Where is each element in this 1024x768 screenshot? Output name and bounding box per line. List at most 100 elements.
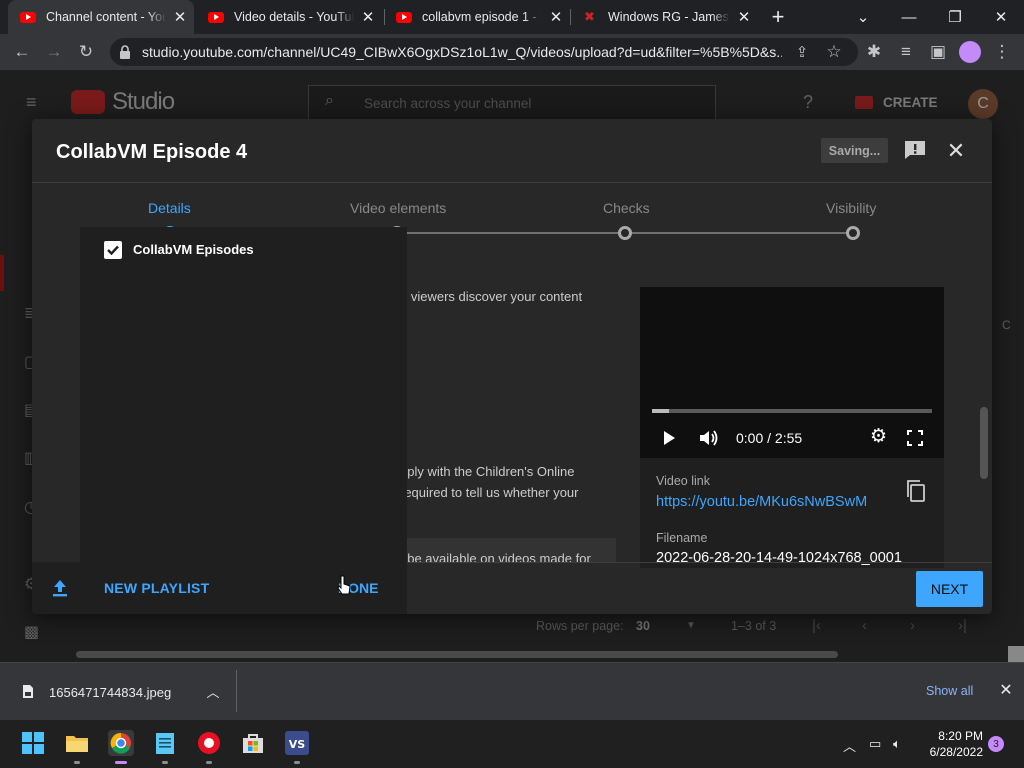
lock-icon[interactable] xyxy=(118,44,132,60)
file-icon xyxy=(23,685,33,698)
taskbar-active-indicator xyxy=(115,761,127,764)
reload-icon[interactable]: ↻ xyxy=(74,40,98,64)
windows-start-icon[interactable] xyxy=(20,730,46,756)
first-page-icon[interactable]: |‹ xyxy=(812,617,821,634)
new-tab-button[interactable]: + xyxy=(765,4,791,30)
volume-icon[interactable] xyxy=(698,428,720,448)
taskbar-indicator xyxy=(206,761,212,764)
tab-search-icon[interactable]: ⌄ xyxy=(840,0,886,34)
horizontal-scrollbar[interactable] xyxy=(76,651,838,658)
close-tab-icon[interactable]: ✕ xyxy=(354,8,382,26)
search-icon: ⌕ xyxy=(325,92,334,109)
minimize-icon[interactable]: — xyxy=(886,0,932,34)
side-panel-icon[interactable]: ▣ xyxy=(926,40,950,64)
rows-per-page-value[interactable]: 30 xyxy=(636,619,650,633)
extensions-icon[interactable]: ✱ xyxy=(862,40,886,64)
video-progress-fill xyxy=(652,409,669,413)
close-tab-icon[interactable]: ✕ xyxy=(542,8,570,26)
step-visibility[interactable]: Visibility xyxy=(826,200,876,216)
notepad-icon[interactable] xyxy=(152,730,178,756)
clock-time[interactable]: 8:20 PM xyxy=(935,729,983,743)
feedback-icon[interactable] xyxy=(904,140,926,160)
step-checks[interactable]: Checks xyxy=(603,200,650,216)
copy-icon[interactable] xyxy=(905,479,927,503)
channel-avatar[interactable]: C xyxy=(968,89,998,119)
pagination-range: 1–3 of 3 xyxy=(731,619,777,633)
close-tab-icon[interactable]: ✕ xyxy=(730,8,758,26)
fullscreen-icon[interactable] xyxy=(907,430,923,446)
media-controls-icon[interactable]: ≡ xyxy=(894,40,918,64)
youtube-logo-icon[interactable] xyxy=(71,90,105,114)
step-details[interactable]: Details xyxy=(148,200,191,216)
playlist-dropdown xyxy=(80,227,407,562)
scrollbar-corner xyxy=(1008,646,1024,662)
settings-gear-icon[interactable]: ⚙ xyxy=(870,425,887,448)
upload-dialog: CollabVM Episode 4 Saving... ✕ Details V… xyxy=(32,119,992,614)
visual-studio-icon[interactable]: VS xyxy=(284,730,310,756)
download-file-name[interactable]: 1656471744834.jpeg xyxy=(49,685,171,700)
search-placeholder: Search across your channel xyxy=(364,96,532,111)
tab-title: Windows RG - JamesWT xyxy=(608,10,730,24)
browser-tab-collabvm-episode-1[interactable]: collabvm episode 1 - YouTube ✕ xyxy=(384,0,570,34)
rg-icon xyxy=(582,9,598,25)
forward-icon[interactable]: → xyxy=(42,40,66,64)
playlist-checkbox[interactable] xyxy=(104,241,122,259)
download-options-chevron-icon[interactable]: ︿ xyxy=(203,682,223,701)
play-icon[interactable] xyxy=(661,429,677,447)
file-explorer-icon[interactable] xyxy=(64,730,90,756)
network-icon[interactable]: ▭ xyxy=(869,736,881,752)
last-page-icon[interactable]: ›| xyxy=(958,617,967,634)
browser-tab-windows-rg[interactable]: Windows RG - JamesWT ✕ xyxy=(570,0,758,34)
create-button[interactable]: CREATE xyxy=(883,95,938,110)
step-video-elements[interactable]: Video elements xyxy=(350,200,446,216)
video-link[interactable]: https://youtu.be/MKu6sNwBSwM xyxy=(656,494,867,510)
tray-overflow-chevron-icon[interactable]: ︿ xyxy=(843,736,856,755)
recorder-icon[interactable] xyxy=(196,730,222,756)
microsoft-store-icon[interactable] xyxy=(240,730,266,756)
volume-tray-icon[interactable]: 🔈︎ xyxy=(893,736,901,752)
step-dot-checks[interactable] xyxy=(618,226,632,240)
notification-badge[interactable]: 3 xyxy=(988,736,1004,752)
close-window-icon[interactable]: ✕ xyxy=(978,0,1024,34)
next-page-icon[interactable]: › xyxy=(910,617,915,634)
chrome-icon[interactable] xyxy=(108,730,134,756)
step-dot-visibility[interactable] xyxy=(846,226,860,240)
previous-page-icon[interactable]: ‹ xyxy=(862,617,867,634)
bookmark-star-icon[interactable]: ☆ xyxy=(822,40,846,64)
studio-logo-text: Studio xyxy=(112,88,175,115)
next-button[interactable]: NEXT xyxy=(916,571,983,607)
restore-icon[interactable]: ❐ xyxy=(932,0,978,34)
dialog-title: CollabVM Episode 4 xyxy=(56,141,248,163)
download-separator xyxy=(236,670,237,712)
rows-dropdown-icon[interactable]: ▼ xyxy=(686,620,696,631)
mouse-cursor-icon xyxy=(337,575,351,595)
show-all-downloads-link[interactable]: Show all xyxy=(926,684,973,698)
share-icon[interactable]: ⇪ xyxy=(790,40,814,64)
profile-avatar[interactable] xyxy=(959,41,981,63)
close-icon[interactable]: ✕ xyxy=(944,138,968,163)
youtube-icon xyxy=(20,11,36,23)
audience-notice-text: t be available on videos made for xyxy=(400,551,591,566)
youtube-icon xyxy=(396,11,412,23)
playlist-item-label[interactable]: CollabVM Episodes xyxy=(133,242,254,257)
video-progress-bar[interactable] xyxy=(652,409,932,413)
back-icon[interactable]: ← xyxy=(10,40,34,64)
dialog-scrollbar[interactable] xyxy=(980,407,988,479)
create-video-icon xyxy=(855,96,873,109)
help-icon[interactable]: ? xyxy=(803,92,813,113)
close-download-bar-icon[interactable]: ✕ xyxy=(996,680,1016,700)
menu-icon[interactable]: ⋮ xyxy=(990,40,1014,64)
browser-tab-video-details[interactable]: Video details - YouTube Studio ✕ xyxy=(196,0,382,34)
hamburger-menu-icon[interactable]: ≡ xyxy=(26,93,46,111)
new-playlist-button[interactable]: NEW PLAYLIST xyxy=(104,580,209,596)
url-text[interactable]: studio.youtube.com/channel/UC49_CIBwX6Og… xyxy=(142,44,782,60)
taskbar-indicator xyxy=(74,761,80,764)
saving-status: Saving... xyxy=(821,138,888,163)
browser-tab-channel-content[interactable]: Channel content - YouTube Studio ✕ xyxy=(8,0,194,34)
youtube-icon xyxy=(208,11,224,23)
clock-date[interactable]: 6/28/2022 xyxy=(916,745,983,759)
side-letter: C xyxy=(1002,318,1011,332)
sidebar-feedback-icon[interactable]: ▩ xyxy=(24,622,39,642)
audience-text-line-1: nply with the Children's Online xyxy=(400,464,575,479)
close-tab-icon[interactable]: ✕ xyxy=(166,8,194,26)
